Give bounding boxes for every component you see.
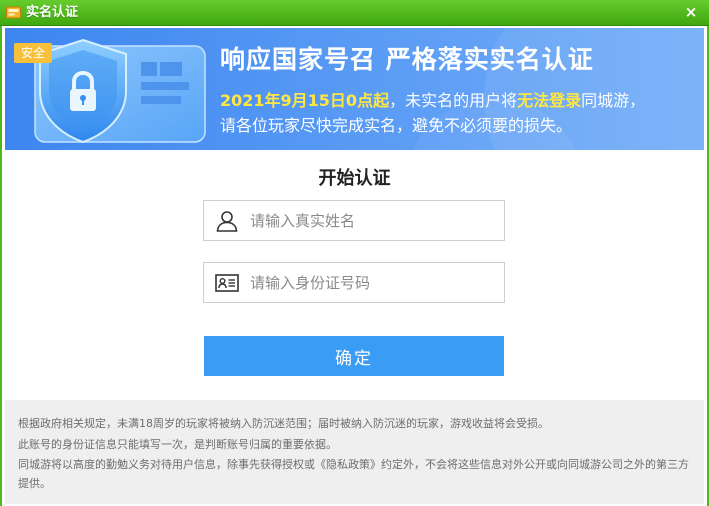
id-card-icon [215, 274, 239, 292]
real-name-input[interactable] [250, 201, 500, 240]
banner-notice-line-1: 2021年9月15日0点起，未实名的用户将无法登录同城游， [220, 90, 645, 112]
id-number-field[interactable] [203, 262, 505, 303]
deadline-date: 2021年9月15日0点起 [220, 91, 390, 110]
id-number-input[interactable] [250, 263, 500, 302]
confirm-button[interactable]: 确定 [204, 336, 504, 376]
notice-text: ，未实名的用户将 [389, 91, 518, 110]
announcement-banner: 安全 响应国家号召 严格落实实名认证 2021年9月15日0点起，未实名的用户将… [5, 28, 704, 150]
user-icon [216, 211, 238, 232]
banner-notice-line-2: 请各位玩家尽快完成实名，避免不必须要的损失。 [220, 116, 573, 135]
policy-notes: 根据政府相关规定，未满18周岁的玩家将被纳入防沉迷范围；届时被纳入防沉迷的玩家，… [5, 400, 704, 504]
note-minor-protection: 根据政府相关规定，未满18周岁的玩家将被纳入防沉迷范围；届时被纳入防沉迷的玩家，… [18, 417, 549, 430]
app-logo-icon [6, 6, 21, 19]
title-bar: 实名认证 × [0, 0, 709, 26]
window-border-left [0, 26, 2, 506]
notice-highlight: 无法登录 [517, 91, 582, 110]
notice-text: 同城游， [581, 91, 646, 110]
window-title: 实名认证 [26, 5, 79, 20]
real-name-field[interactable] [203, 200, 505, 241]
security-badge: 安全 [14, 43, 52, 63]
close-button[interactable]: × [683, 4, 699, 20]
note-privacy: 同城游将以高度的勤勉义务对待用户信息，除事先获得授权或《隐私政策》约定外，不会将… [18, 458, 689, 490]
note-id-once: 此账号的身份证信息只能填写一次，是判断账号归属的重要依据。 [18, 438, 337, 451]
banner-headline: 响应国家号召 严格落实实名认证 [220, 45, 594, 74]
form-title: 开始认证 [318, 168, 391, 189]
